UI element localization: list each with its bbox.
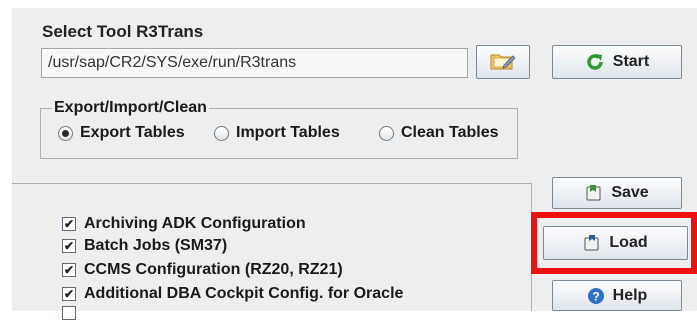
list-item-label: Additional DBA Cockpit Config. for Oracl…	[84, 285, 404, 302]
help-label: Help	[612, 286, 648, 304]
help-icon: ?	[587, 287, 605, 305]
radio-button[interactable]	[58, 125, 73, 141]
folder-edit-icon	[490, 49, 516, 76]
select-tool-label: Select Tool R3Trans	[42, 22, 204, 41]
list-item-label: Batch Jobs (SM37)	[84, 237, 228, 254]
save-label: Save	[611, 184, 649, 201]
refresh-icon	[585, 52, 605, 72]
list-item[interactable]: ✔ Batch Jobs (SM37)	[62, 237, 227, 255]
list-item[interactable]: ✔ Archiving ADK Configuration	[62, 215, 306, 233]
checkbox[interactable]: ✔	[62, 239, 76, 253]
browse-button[interactable]	[476, 45, 530, 79]
checkbox[interactable]: ✔	[62, 263, 76, 277]
r3trans-path-field[interactable]: /usr/sap/CR2/SYS/exe/run/R3trans	[41, 48, 468, 78]
list-item-label: CCMS Configuration (RZ20, RZ21)	[84, 261, 343, 278]
list-item[interactable]: ✔ Additional DBA Cockpit Config. for Ora…	[62, 285, 403, 303]
checkbox[interactable]	[62, 306, 76, 320]
highlight-box	[531, 212, 697, 274]
list-item-label: Archiving ADK Configuration	[84, 215, 306, 232]
radio-button[interactable]	[214, 125, 229, 141]
checkbox[interactable]: ✔	[62, 287, 76, 301]
radio-label: Export Tables	[80, 124, 185, 141]
list-item[interactable]	[62, 306, 84, 320]
help-button[interactable]: ? Help	[552, 280, 682, 311]
checkbox[interactable]: ✔	[62, 217, 76, 231]
radio-label: Clean Tables	[401, 124, 499, 141]
svg-text:?: ?	[592, 289, 599, 303]
radio-label: Import Tables	[236, 124, 340, 141]
list-item[interactable]: ✔ CCMS Configuration (RZ20, RZ21)	[62, 261, 343, 279]
radio-import-tables[interactable]: Import Tables	[214, 124, 340, 142]
start-label: Start	[612, 53, 650, 70]
save-button[interactable]: Save	[552, 177, 682, 209]
radio-button[interactable]	[379, 125, 394, 141]
save-icon	[585, 184, 603, 202]
radio-clean-tables[interactable]: Clean Tables	[379, 124, 499, 142]
mode-group-title: Export/Import/Clean	[52, 99, 209, 117]
radio-export-tables[interactable]: Export Tables	[58, 124, 185, 142]
start-button[interactable]: Start	[552, 45, 682, 79]
